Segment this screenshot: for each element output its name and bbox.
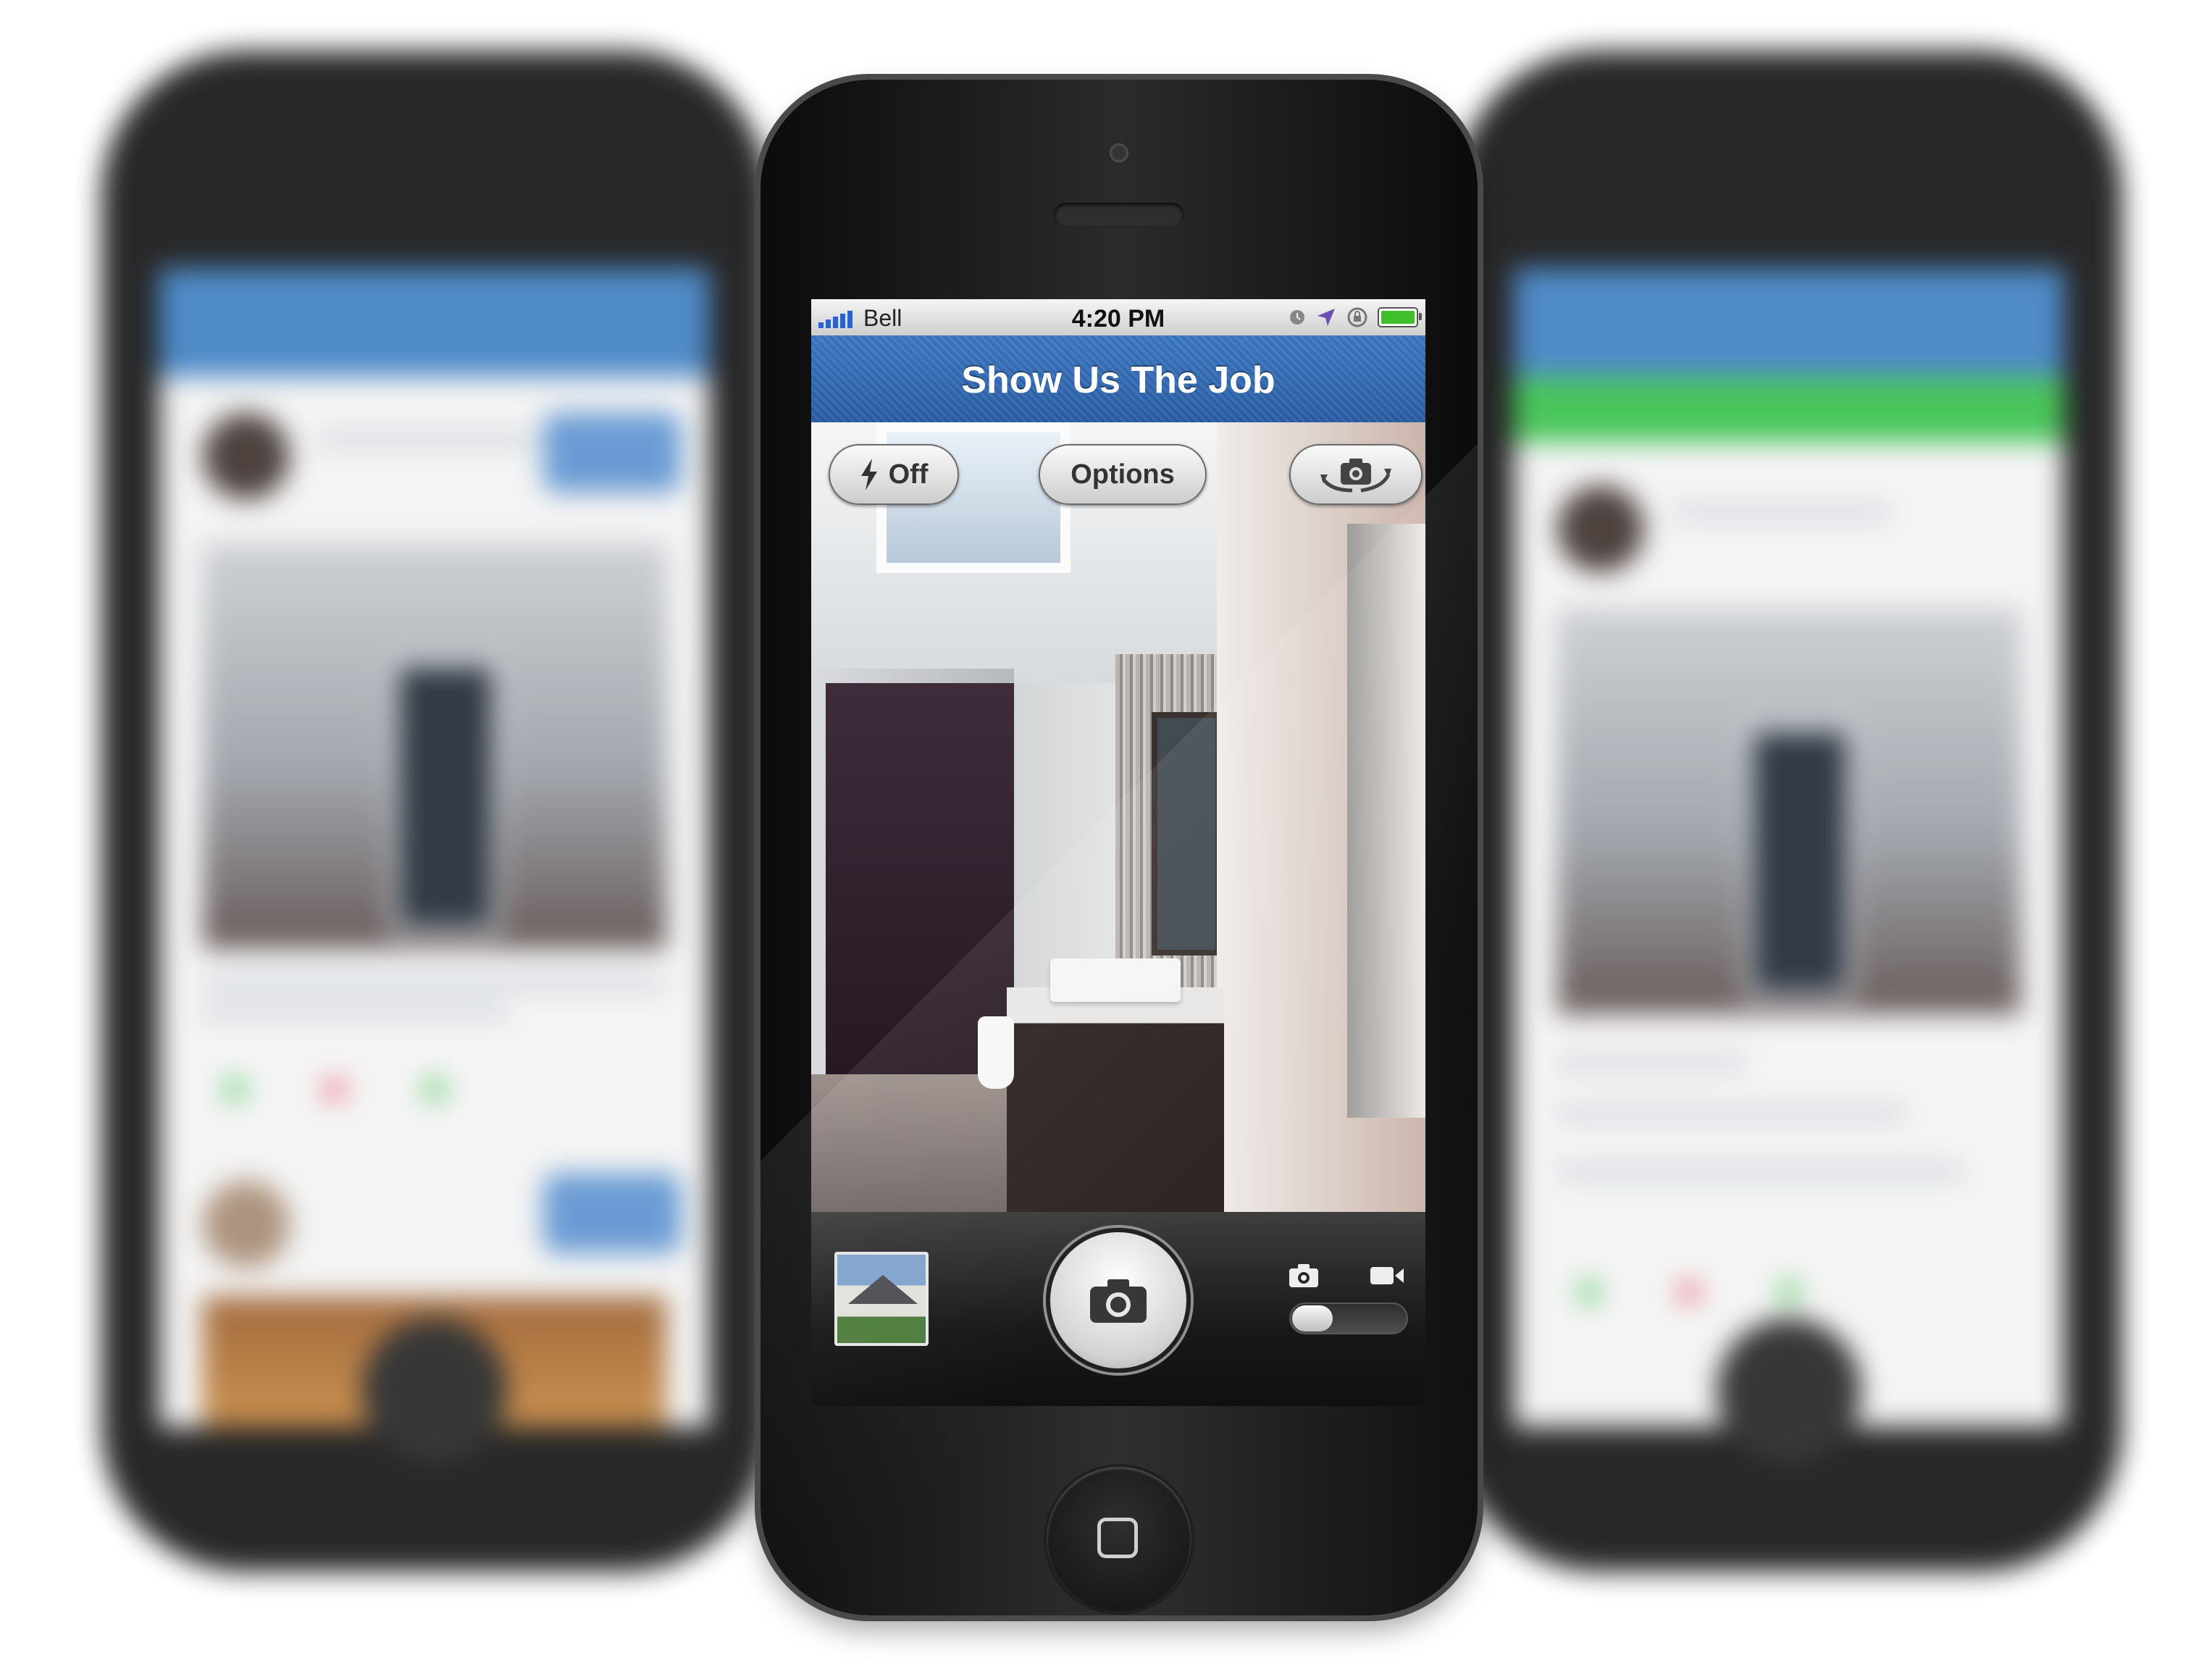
alarm-icon [1290,310,1304,325]
phone-screen: Bell 4:20 PM Show Us The Job Off Options [811,299,1425,1406]
background-green-banner [1514,377,2064,442]
background-nav-bar [1514,268,2064,377]
flash-toggle-button[interactable]: Off [829,444,959,505]
video-mode-icon[interactable] [1369,1264,1405,1287]
last-photo-thumbnail[interactable] [834,1252,929,1346]
options-label: Options [1071,459,1175,490]
background-phone-left [101,51,768,1572]
background-phone-right [1456,51,2122,1572]
photo-mode-icon[interactable] [1288,1263,1320,1289]
background-avatar [203,413,290,500]
switch-camera-button[interactable] [1289,444,1423,505]
options-button[interactable]: Options [1039,444,1207,505]
home-button[interactable] [1047,1467,1191,1612]
camera-toolbar [811,1212,1425,1406]
location-arrow-icon [1317,309,1335,326]
background-screen-right [1514,268,2064,1427]
navigation-bar: Show Us The Job [811,335,1425,424]
camera-flip-icon [1320,459,1391,493]
flash-label: Off [888,459,929,490]
lightning-bolt-icon [860,459,877,490]
background-photo [1557,609,2021,1014]
page-title: Show Us The Job [961,359,1275,401]
background-screen-left [159,268,710,1427]
front-camera [1110,143,1128,162]
background-button [543,413,681,493]
earpiece-speaker [1054,203,1184,227]
background-photo [203,543,666,949]
shutter-button[interactable] [1046,1228,1191,1373]
camera-icon [1090,1279,1147,1323]
camera-viewfinder[interactable] [811,422,1425,1212]
background-avatar [1557,485,1644,572]
photo-video-mode-switch[interactable] [1289,1302,1408,1334]
status-bar: Bell 4:20 PM [811,299,1425,335]
home-square-icon [1097,1518,1138,1558]
mode-switch-knob[interactable] [1292,1305,1333,1331]
iphone-frame: Bell 4:20 PM Show Us The Job Off Options [761,80,1478,1615]
battery-icon [1378,307,1422,327]
background-nav-bar [159,268,710,377]
lock-rotation-icon [1347,307,1367,327]
